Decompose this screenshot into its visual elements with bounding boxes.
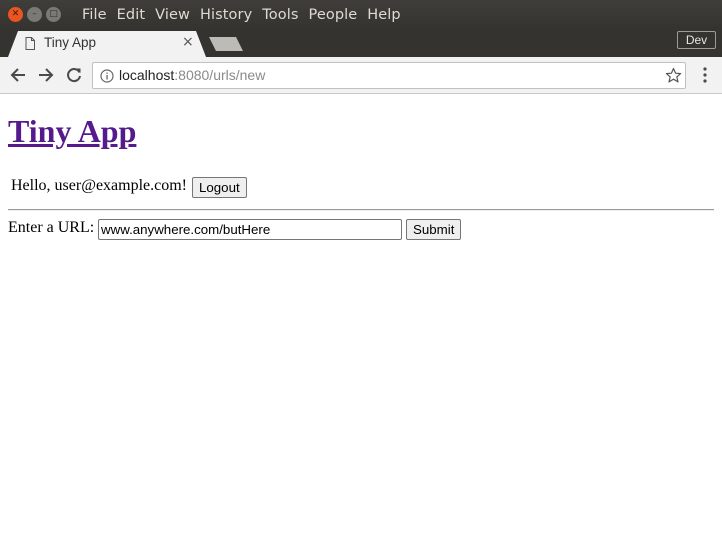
page-icon bbox=[25, 37, 35, 50]
menu-tools[interactable]: Tools bbox=[262, 7, 298, 23]
url-input[interactable] bbox=[98, 219, 402, 240]
profile-button[interactable]: Dev bbox=[677, 31, 716, 49]
tab-tiny-app[interactable]: Tiny App × bbox=[8, 31, 206, 57]
tab-close-icon[interactable]: × bbox=[182, 34, 194, 50]
tab-title: Tiny App bbox=[44, 35, 97, 50]
window-controls: ✕ – □ bbox=[8, 7, 61, 22]
title-bar: ✕ – □ File Edit View History Tools Peopl… bbox=[0, 0, 722, 29]
window-minimize-button[interactable]: – bbox=[27, 7, 42, 22]
menu-help[interactable]: Help bbox=[367, 7, 400, 23]
menu-view[interactable]: View bbox=[155, 7, 190, 23]
star-icon[interactable] bbox=[665, 67, 682, 84]
new-tab-button[interactable] bbox=[209, 37, 243, 51]
menu-file[interactable]: File bbox=[82, 7, 107, 23]
greeting-text: Hello, user@example.com! bbox=[11, 177, 188, 194]
menu-bar: File Edit View History Tools People Help bbox=[82, 7, 411, 23]
divider bbox=[8, 209, 714, 211]
menu-people[interactable]: People bbox=[309, 7, 358, 23]
info-icon[interactable] bbox=[100, 69, 114, 83]
address-bar[interactable]: localhost:8080/urls/new bbox=[92, 62, 686, 89]
window-close-button[interactable]: ✕ bbox=[8, 7, 23, 22]
home-link[interactable]: Tiny App bbox=[8, 113, 136, 149]
browser-toolbar: localhost:8080/urls/new bbox=[0, 57, 722, 94]
tab-strip: Tiny App × Dev bbox=[0, 29, 722, 57]
url-label: Enter a URL: bbox=[8, 219, 95, 236]
menu-edit[interactable]: Edit bbox=[117, 7, 145, 23]
submit-button[interactable]: Submit bbox=[406, 219, 462, 240]
back-icon[interactable] bbox=[9, 66, 27, 84]
reload-icon[interactable] bbox=[65, 66, 83, 84]
url-path: :8080/urls/new bbox=[174, 67, 266, 83]
forward-icon[interactable] bbox=[37, 66, 55, 84]
url-host: localhost bbox=[119, 67, 175, 83]
page-heading: Tiny App bbox=[8, 113, 136, 150]
url-text: localhost:8080/urls/new bbox=[119, 67, 265, 83]
menu-history[interactable]: History bbox=[200, 7, 252, 23]
logout-button[interactable]: Logout bbox=[192, 177, 247, 198]
menu-icon[interactable] bbox=[697, 66, 713, 84]
window-maximize-button[interactable]: □ bbox=[46, 7, 61, 22]
